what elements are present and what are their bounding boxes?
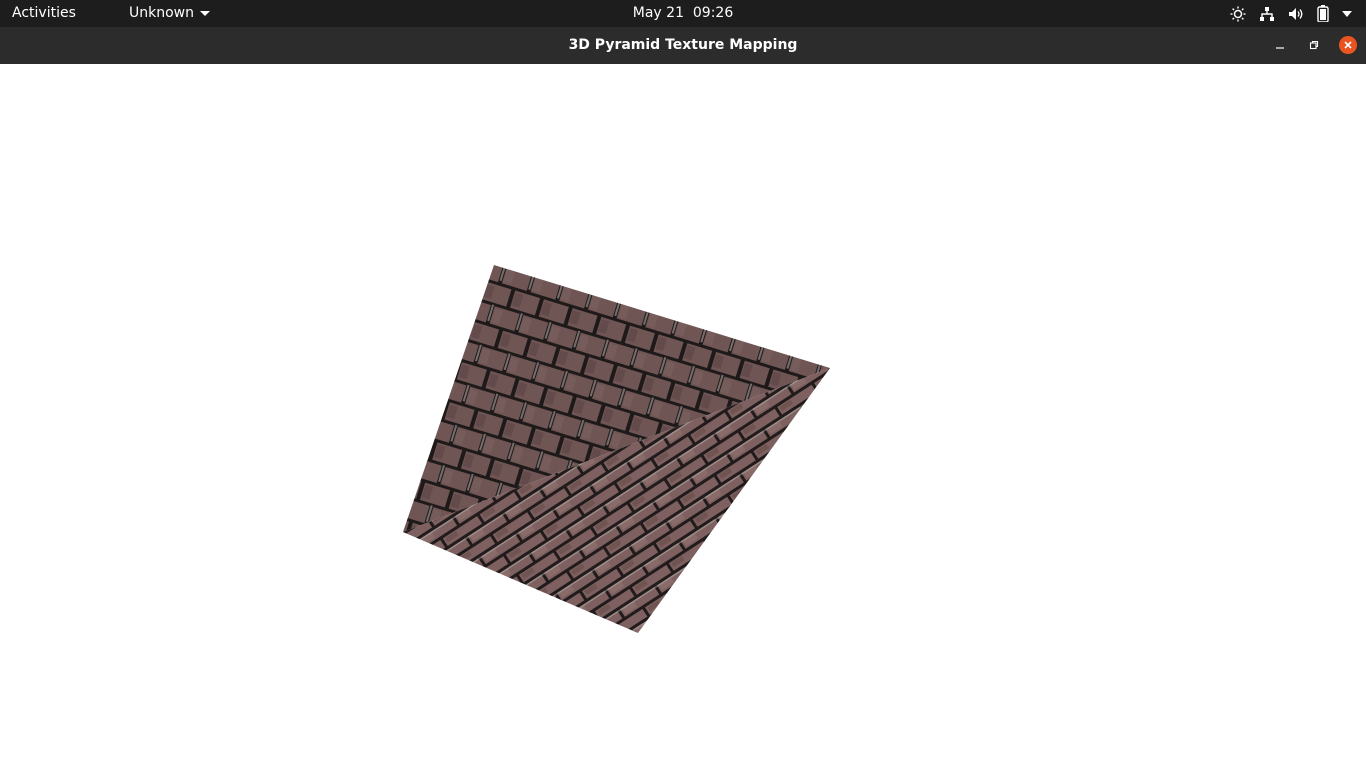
app-menu[interactable]: Unknown: [129, 5, 210, 21]
window-titlebar[interactable]: 3D Pyramid Texture Mapping: [0, 27, 1366, 64]
maximize-button[interactable]: [1305, 36, 1323, 54]
brightness-icon[interactable]: [1230, 6, 1246, 22]
clock-button[interactable]: May 21 09:26: [633, 5, 733, 21]
window-title: 3D Pyramid Texture Mapping: [568, 37, 798, 53]
system-menu-chevron-icon[interactable]: [1342, 10, 1352, 17]
minimize-icon: [1276, 47, 1284, 49]
render-canvas[interactable]: [0, 64, 1366, 768]
minimize-button[interactable]: [1271, 36, 1289, 54]
chevron-down-icon: [200, 11, 210, 16]
system-tray[interactable]: [1230, 4, 1352, 23]
app-menu-label: Unknown: [129, 5, 194, 21]
pyramid-scene: [403, 265, 830, 633]
restore-icon: [1309, 40, 1319, 50]
close-button[interactable]: [1339, 36, 1357, 54]
volume-icon[interactable]: [1288, 6, 1304, 22]
close-icon: [1344, 41, 1352, 49]
battery-icon[interactable]: [1317, 5, 1329, 22]
activities-button[interactable]: Activities: [12, 5, 76, 21]
window-title-area: 3D Pyramid Texture Mapping: [0, 37, 1366, 53]
network-icon[interactable]: [1259, 6, 1275, 22]
top-panel: Activities Unknown May 21 09:26: [0, 0, 1366, 27]
